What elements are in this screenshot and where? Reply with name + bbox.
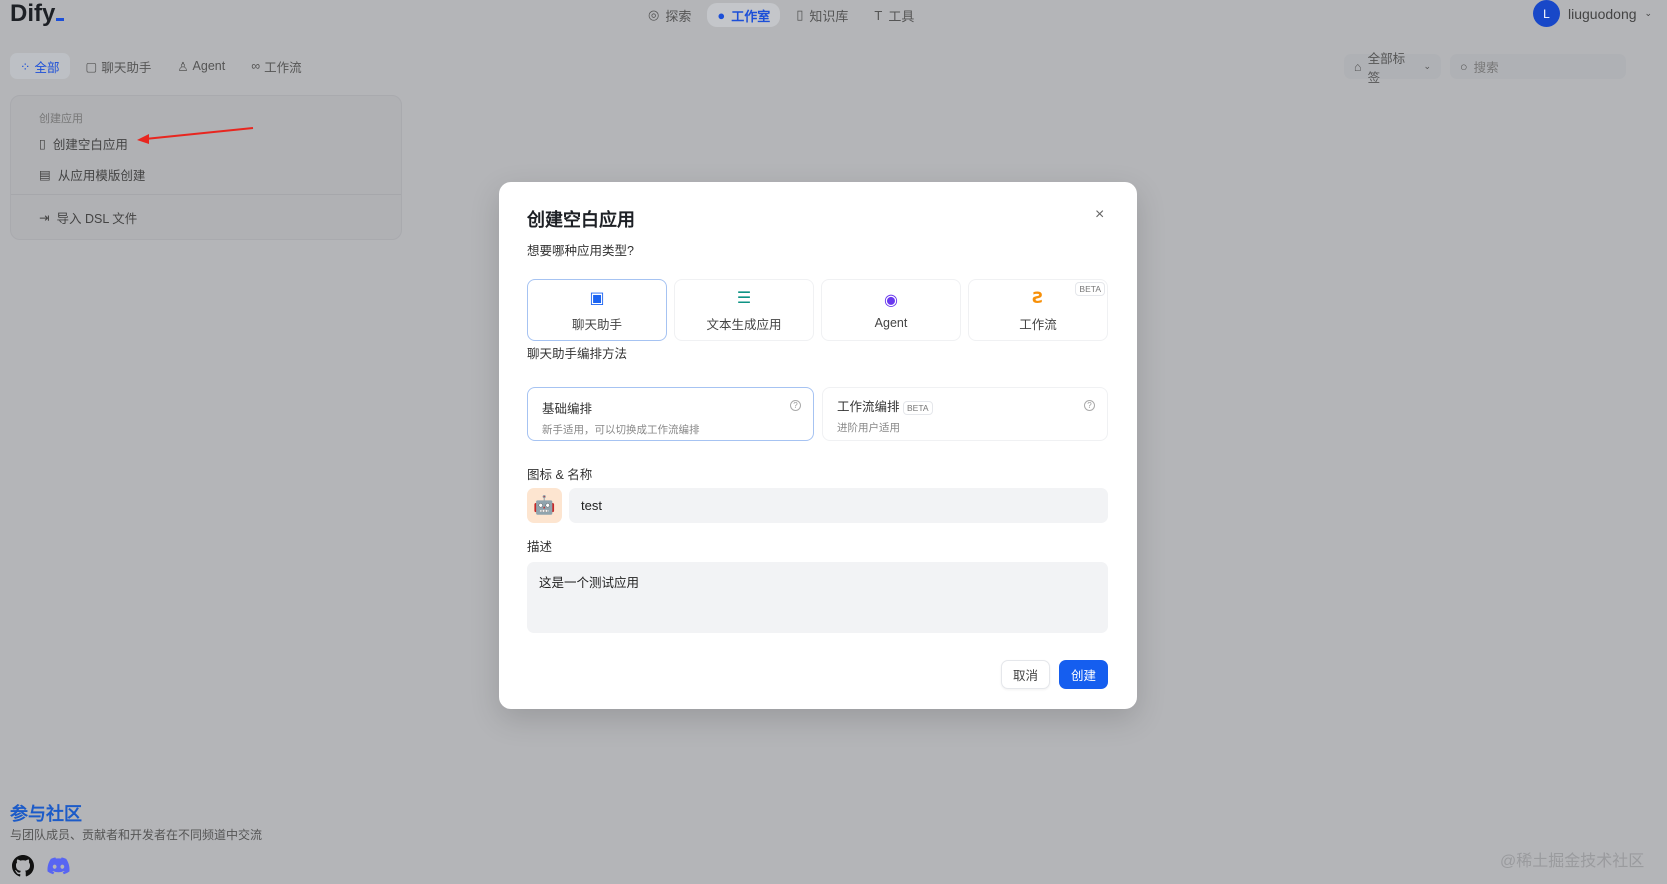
icon-name-label: 图标 & 名称 (527, 468, 593, 482)
description-textarea[interactable]: 这是一个测试应用 (527, 562, 1108, 633)
type-chat-assistant[interactable]: ▣ 聊天助手 (527, 279, 667, 341)
watermark: @稀土掘金技术社区 (1500, 853, 1645, 870)
help-icon[interactable]: ? (790, 400, 801, 411)
beta-badge: BETA (1075, 282, 1105, 296)
agent-robot-icon: ◉ (884, 292, 898, 309)
cancel-button[interactable]: 取消 (1001, 660, 1050, 689)
robot-emoji-icon: 🤖 (533, 495, 556, 515)
chat-icon: ▢ (85, 59, 98, 74)
user-menu[interactable]: L liuguodong ⌄ (1533, 0, 1652, 27)
chat-bot-icon: ▣ (589, 289, 605, 307)
compass-icon: ◎ (648, 7, 660, 22)
workflow-icon: ∞ (251, 59, 261, 73)
description-label: 描述 (527, 540, 553, 554)
tab-chat[interactable]: ▢ 聊天助手 (76, 53, 162, 79)
import-dsl[interactable]: ⇥ 导入 DSL 文件 (39, 208, 137, 227)
nav-tools[interactable]: T 工具 (864, 3, 924, 27)
dialog-title: 创建空白应用 (527, 210, 635, 230)
app-type-label: 想要哪种应用类型? (527, 244, 634, 258)
nav-studio[interactable]: ● 工作室 (707, 3, 781, 27)
nav-explore[interactable]: ◎ 探索 (638, 3, 701, 27)
tab-workflow[interactable]: ∞ 工作流 (241, 53, 311, 79)
tab-agent[interactable]: ♙ Agent (167, 53, 235, 79)
import-icon: ⇥ (39, 211, 50, 225)
app-type-tabs: ⁘ 全部 ▢ 聊天助手 ♙ Agent ∞ 工作流 (10, 53, 312, 79)
chevron-down-icon: ⌄ (1423, 61, 1431, 71)
create-app-card: 创建应用 ▯ 创建空白应用 ▤ 从应用模版创建 ⇥ 导入 DSL 文件 (10, 95, 402, 240)
top-nav: ◎ 探索 ● 工作室 ▯ 知识库 T 工具 (638, 3, 924, 27)
robot-icon: ● (717, 7, 726, 23)
nav-knowledge[interactable]: ▯ 知识库 (786, 3, 858, 27)
type-text-generator[interactable]: ☰ 文本生成应用 (674, 279, 814, 341)
type-agent[interactable]: ◉ Agent (821, 279, 961, 341)
dify-logo[interactable]: Dify (10, 0, 65, 28)
red-arrow-annotation (137, 127, 254, 144)
type-workflow[interactable]: Ꙅ 工作流 BETA (968, 279, 1108, 341)
agent-icon: ♙ (177, 59, 189, 74)
community-title: 参与社区 (10, 804, 82, 824)
help-icon[interactable]: ? (1084, 400, 1095, 411)
app-icon-picker[interactable]: 🤖 (527, 488, 562, 523)
close-icon[interactable]: × (1095, 206, 1104, 224)
tab-all[interactable]: ⁘ 全部 (10, 53, 70, 79)
create-blank-app-dialog: 创建空白应用 × 想要哪种应用类型? ▣ 聊天助手 ☰ 文本生成应用 ◉ Agent … (499, 182, 1137, 709)
chevron-down-icon: ⌄ (1644, 8, 1653, 18)
discord-icon[interactable] (47, 857, 70, 875)
github-icon[interactable] (12, 855, 34, 877)
create-button[interactable]: 创建 (1059, 660, 1108, 689)
text-sparkle-icon: ☰ (736, 289, 752, 307)
book-icon: ▯ (796, 7, 804, 22)
community-subtitle: 与团队成员、贡献者和开发者在不同频道中交流 (10, 828, 263, 842)
search-icon: ○ (1460, 59, 1468, 74)
hammer-icon: T (874, 7, 883, 23)
create-blank-app[interactable]: ▯ 创建空白应用 (39, 134, 128, 153)
avatar: L (1533, 0, 1560, 27)
app-name-input[interactable] (569, 488, 1108, 523)
workflow-icon: Ꙅ (1032, 289, 1044, 307)
file-plus-icon: ▯ (39, 137, 46, 151)
tag-icon: ⌂ (1354, 59, 1362, 74)
mode-basic[interactable]: 基础编排 新手适用，可以切换成工作流编排 ? (527, 387, 814, 441)
grid-icon: ⁘ (20, 59, 31, 74)
mode-workflow[interactable]: 工作流编排 BETA 进阶用户适用 ? (822, 387, 1108, 441)
beta-badge: BETA (903, 401, 933, 415)
create-from-template[interactable]: ▤ 从应用模版创建 (39, 165, 145, 184)
search-input[interactable]: ○ 搜索 (1450, 54, 1626, 79)
template-icon: ▤ (39, 168, 51, 182)
mode-label: 聊天助手编排方法 (527, 347, 628, 361)
tag-filter[interactable]: ⌂ 全部标签 ⌄ (1344, 52, 1441, 85)
